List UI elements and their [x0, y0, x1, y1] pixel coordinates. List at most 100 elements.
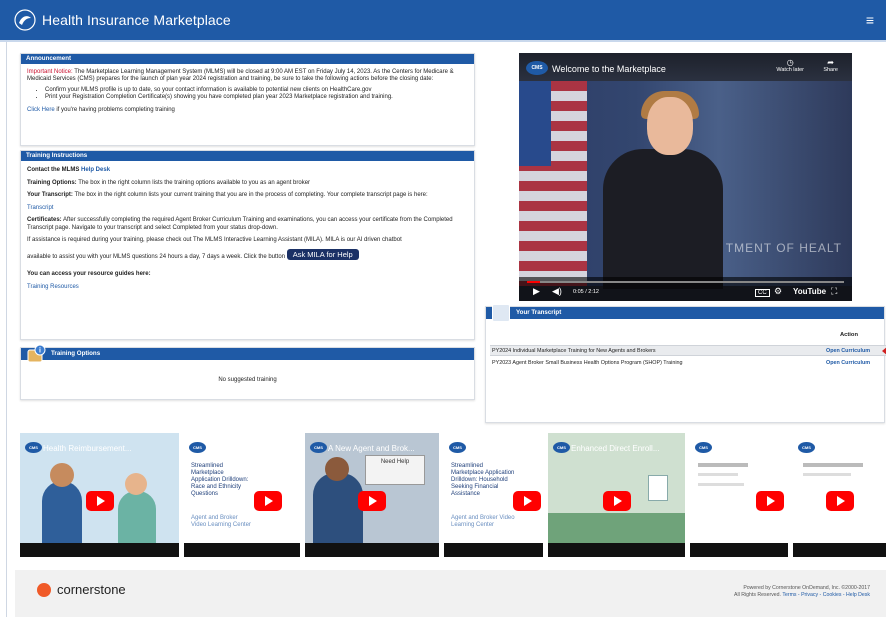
cms-channel-icon: CMS: [25, 442, 42, 453]
video-thumbnail[interactable]: Streamlined Marketplace Application Dril…: [444, 433, 543, 557]
help-line: Click Here if you're having problems com…: [27, 107, 468, 114]
training-instructions-heading: Training Instructions: [21, 151, 474, 161]
svg-text:i: i: [39, 348, 41, 355]
course-name: PY2024 Individual Marketplace Training f…: [492, 348, 656, 354]
site-title[interactable]: Health Insurance Marketplace: [42, 12, 231, 28]
help-text: if you're having problems completing tra…: [56, 106, 175, 113]
transcript-icon: [492, 304, 510, 322]
share-button[interactable]: ➦ Share: [823, 58, 838, 73]
cms-channel-icon[interactable]: CMS: [526, 61, 548, 75]
youtube-play-icon[interactable]: [513, 491, 542, 512]
transcript-label: Your Transcript:: [27, 192, 73, 198]
cms-channel-icon: CMS: [449, 442, 466, 453]
row-pointer-icon: [882, 346, 886, 356]
thumbnail-subtext: Agent and Broker Video Learning Center: [451, 515, 515, 528]
video-thumbnail[interactable]: Need Help CMS A New Agent and Brok...: [305, 433, 439, 557]
page-footer: cornerstone Powered by Cornerstone OnDem…: [15, 570, 886, 617]
thumbnail-text: Streamlined Marketplace Application Dril…: [191, 463, 249, 497]
cms-channel-icon: CMS: [798, 442, 815, 453]
thumbnail-title: A New Agent and Brok...: [328, 444, 415, 453]
play-icon[interactable]: ▶: [533, 286, 540, 297]
announcement-notice: Important Notice: The Marketplace Learni…: [27, 69, 468, 84]
table-row: PY2024 Individual Marketplace Training f…: [490, 345, 886, 356]
youtube-play-icon[interactable]: [253, 491, 282, 512]
thumbnail-title: Streamlined Ma: [467, 444, 524, 453]
help-desk-link[interactable]: Help Desk: [81, 167, 110, 173]
footer-links[interactable]: Terms - Privacy - Cookies - Help Desk: [782, 592, 870, 598]
presenter-body: [603, 149, 723, 289]
hamburger-menu-icon[interactable]: ≡: [864, 13, 876, 27]
thumbnail-title: Streamlined Market: [207, 444, 277, 453]
cornerstone-logo: cornerstone: [37, 582, 126, 598]
training-resources-link[interactable]: Training Resources: [27, 284, 79, 290]
ask-mila-button[interactable]: Ask MILA for Help: [286, 248, 359, 260]
cms-channel-icon: CMS: [189, 442, 206, 453]
video-carousel: CMS Health Reimbursement... Streamlined …: [20, 433, 886, 557]
mila-text-2: available to assist you with your MLMS q…: [27, 253, 286, 260]
training-instructions-panel: Training Instructions Contact the MLMS H…: [20, 150, 475, 340]
video-player[interactable]: TMENT OF HEALT CMS Welcome to the Market…: [519, 53, 852, 301]
settings-gear-icon[interactable]: ⚙: [774, 286, 782, 297]
training-options-icon: i: [27, 344, 46, 363]
captions-icon[interactable]: CC: [755, 289, 770, 297]
transcript-text: The box in the right column lists your c…: [74, 192, 428, 198]
cornerstone-icon: [37, 582, 51, 597]
certificates-text: After successfully completing the requir…: [27, 217, 453, 231]
youtube-play-icon[interactable]: [602, 491, 631, 512]
powered-by-text: Powered by Cornerstone OnDemand, Inc. ©2…: [743, 585, 870, 591]
options-text: The box in the right column lists the tr…: [78, 179, 311, 186]
transcript-link[interactable]: Transcript: [27, 205, 53, 211]
youtube-play-icon[interactable]: [756, 491, 785, 512]
video-thumbnail[interactable]: CMS Streamlined Ma: [690, 433, 788, 557]
cms-channel-icon: CMS: [310, 442, 327, 453]
video-controls: ▶ ◀) 0:05 / 2:12 CC ⚙ YouTube ⛶: [519, 277, 852, 301]
video-progress-bar[interactable]: [527, 281, 844, 283]
video-thumbnail[interactable]: Streamlined Marketplace Application Dril…: [184, 433, 300, 557]
top-navigation-bar: Health Insurance Marketplace ≡: [0, 0, 886, 42]
mila-line-2: available to assist you with your MLMS q…: [27, 248, 468, 262]
thumbnail-subtext: Agent and Broker Video Learning Center: [191, 515, 251, 528]
cornerstone-brand: cornerstone: [57, 582, 126, 597]
notice-text: The Marketplace Learning Management Syst…: [27, 69, 454, 83]
watch-later-button[interactable]: ◷ Watch later: [776, 58, 804, 73]
youtube-play-icon[interactable]: [825, 491, 854, 512]
wall-text: TMENT OF HEALT: [725, 241, 842, 255]
open-curriculum-link[interactable]: Open Curriculum: [826, 358, 870, 369]
certificates-line: Certificates: After successfully complet…: [27, 217, 468, 232]
course-name: PY2023 Agent Broker Small Business Healt…: [492, 360, 683, 366]
no-training-message: No suggested training: [218, 377, 277, 383]
transcript-header: Your Transcript: [486, 304, 884, 322]
thumbnail-sign: Need Help: [365, 455, 425, 485]
announcement-heading: Announcement: [21, 54, 474, 64]
share-label: Share: [823, 67, 838, 73]
presenter-face: [647, 97, 693, 155]
youtube-logo[interactable]: YouTube: [793, 287, 826, 296]
clock-icon: ◷: [786, 58, 794, 67]
video-title[interactable]: Welcome to the Marketplace: [552, 64, 666, 74]
cms-channel-icon: CMS: [695, 442, 712, 453]
video-title-bar: CMS Welcome to the Marketplace ◷ Watch l…: [519, 53, 852, 81]
video-thumbnail[interactable]: CMS Enhanced Direct Enroll...: [548, 433, 685, 557]
action-column-header: Action: [839, 332, 858, 338]
rights-text: All Rights Reserved.: [734, 592, 781, 598]
training-options-panel: i Training Options No suggested training: [20, 344, 475, 400]
youtube-play-icon[interactable]: [85, 491, 114, 512]
open-curriculum-link[interactable]: Open Curriculum: [826, 346, 870, 357]
share-icon: ➦: [827, 58, 834, 67]
left-frame-border: [0, 42, 7, 617]
video-thumbnail[interactable]: CMS Health Reimbursement...: [20, 433, 179, 557]
volume-icon[interactable]: ◀): [552, 286, 562, 297]
thumbnail-title: Streamlined M: [816, 444, 868, 453]
flag-canton: [519, 81, 551, 166]
thumbnail-title: Streamlined Ma: [713, 444, 770, 453]
announcement-panel: Announcement Important Notice: The Marke…: [20, 53, 475, 146]
youtube-play-icon[interactable]: [358, 491, 386, 512]
announcement-bullet: Print your Registration Completion Certi…: [45, 94, 468, 101]
video-thumbnail[interactable]: CMS Streamlined M: [793, 433, 886, 557]
transcript-panel: Your Transcript Action PY2024 Individual…: [485, 304, 886, 423]
table-row: PY2023 Agent Broker Small Business Healt…: [490, 358, 886, 369]
hhs-logo-icon: [14, 9, 36, 31]
click-here-link[interactable]: Click Here: [27, 107, 55, 113]
contact-line: Contact the MLMS Help Desk: [27, 167, 468, 175]
fullscreen-icon[interactable]: ⛶: [831, 286, 837, 297]
